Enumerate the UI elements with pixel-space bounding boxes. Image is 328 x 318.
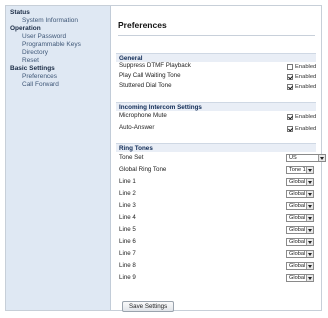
row-global-ring-tone: Global Ring Tone Tone 1 (119, 165, 315, 175)
save-settings-button[interactable]: Save Settings (122, 301, 175, 312)
checkbox-label: Enabled (295, 114, 317, 120)
line-9-ring-tone-select[interactable]: Global (286, 274, 314, 282)
microphone-mute-checkbox[interactable]: Enabled (287, 112, 316, 122)
row-label: Global Ring Tone (119, 166, 167, 173)
sidebar-section-basic-settings: Basic Settings (10, 65, 55, 72)
line-7-ring-tone-select[interactable]: Global (286, 250, 314, 258)
select-value: US (289, 155, 297, 161)
select-value: Global (289, 179, 306, 185)
row-microphone-mute: Microphone Mute Enabled (119, 111, 316, 122)
row-label: Line 4 (119, 214, 136, 221)
sidebar-item-directory[interactable]: Directory (6, 49, 110, 57)
row-label: Line 8 (119, 262, 136, 269)
chevron-down-icon[interactable] (306, 179, 313, 185)
row-label: Line 9 (119, 274, 136, 281)
line-4-ring-tone-select[interactable]: Global (286, 214, 314, 222)
sidebar-section-status: Status (10, 9, 30, 16)
row-label: Line 6 (119, 238, 136, 245)
checkbox-box[interactable] (287, 74, 293, 80)
sidebar: Status System Information Operation User… (6, 6, 111, 310)
row-play-call-waiting-tone: Play Call Waiting Tone Enabled (119, 71, 316, 81)
checkbox-box[interactable] (287, 114, 293, 120)
row-line-5: Line 5 Global (119, 225, 315, 235)
chevron-down-icon[interactable] (306, 239, 313, 245)
section-header-intercom: Incoming Intercom Settings (116, 102, 316, 111)
select-value: Global (289, 263, 306, 269)
row-line-8: Line 8 Global (119, 261, 315, 271)
sidebar-section-operation: Operation (10, 25, 41, 32)
sidebar-item-system-information[interactable]: System Information (6, 17, 110, 25)
row-label: Suppress DTMF Playback (119, 62, 191, 69)
row-line-4: Line 4 Global (119, 213, 315, 223)
checkbox-label: Enabled (295, 84, 317, 90)
tone-set-select[interactable]: US (286, 154, 326, 162)
sidebar-item-user-password[interactable]: User Password (6, 33, 110, 41)
line-1-ring-tone-select[interactable]: Global (286, 178, 314, 186)
row-line-2: Line 2 Global (119, 189, 315, 199)
row-label: Microphone Mute (119, 112, 167, 119)
chevron-down-icon[interactable] (306, 191, 313, 197)
row-label: Line 3 (119, 202, 136, 209)
stuttered-dial-tone-checkbox[interactable]: Enabled (287, 82, 316, 92)
row-line-7: Line 7 Global (119, 249, 315, 259)
sidebar-item-preferences[interactable]: Preferences (6, 73, 110, 81)
row-line-6: Line 6 Global (119, 237, 315, 247)
select-value: Global (289, 203, 306, 209)
row-label: Line 2 (119, 190, 136, 197)
chevron-down-icon[interactable] (306, 167, 313, 173)
row-line-1: Line 1 Global (119, 177, 315, 187)
sidebar-nav: Status System Information Operation User… (6, 9, 110, 89)
line-8-ring-tone-select[interactable]: Global (286, 262, 314, 270)
row-label: Line 7 (119, 250, 136, 257)
row-line-9: Line 9 Global (119, 273, 315, 283)
select-value: Global (289, 215, 306, 221)
page-title: Preferences (118, 20, 167, 30)
chevron-down-icon[interactable] (306, 263, 313, 269)
row-label: Play Call Waiting Tone (119, 72, 181, 79)
row-line-3: Line 3 Global (119, 201, 315, 211)
checkbox-box[interactable] (287, 84, 293, 90)
chevron-down-icon[interactable] (306, 203, 313, 209)
checkbox-box[interactable] (287, 126, 293, 132)
sidebar-item-programmable-keys[interactable]: Programmable Keys (6, 41, 110, 49)
auto-answer-checkbox[interactable]: Enabled (287, 124, 316, 134)
sidebar-item-reset[interactable]: Reset (6, 57, 110, 65)
row-tone-set: Tone Set US (119, 153, 326, 163)
chevron-down-icon[interactable] (318, 155, 325, 161)
section-header-ring-tones: Ring Tones (116, 143, 316, 152)
line-5-ring-tone-select[interactable]: Global (286, 226, 314, 234)
row-label: Line 5 (119, 226, 136, 233)
row-label: Stuttered Dial Tone (119, 82, 172, 89)
row-suppress-dtmf-playback: Suppress DTMF Playback Enabled (119, 61, 316, 71)
checkbox-label: Enabled (295, 126, 317, 132)
select-value: Global (289, 275, 306, 281)
chevron-down-icon[interactable] (306, 251, 313, 257)
select-value: Tone 1 (289, 167, 306, 173)
global-ring-tone-select[interactable]: Tone 1 (286, 166, 314, 174)
line-3-ring-tone-select[interactable]: Global (286, 202, 314, 210)
select-value: Global (289, 227, 306, 233)
chevron-down-icon[interactable] (306, 227, 313, 233)
line-6-ring-tone-select[interactable]: Global (286, 238, 314, 246)
title-divider (118, 35, 315, 36)
select-value: Global (289, 191, 306, 197)
row-label: Tone Set (119, 154, 144, 161)
line-2-ring-tone-select[interactable]: Global (286, 190, 314, 198)
chevron-down-icon[interactable] (306, 215, 313, 221)
row-auto-answer: Auto-Answer Enabled (119, 123, 316, 134)
row-label: Auto-Answer (119, 124, 155, 131)
sidebar-item-call-forward[interactable]: Call Forward (6, 81, 110, 89)
row-label: Line 1 (119, 178, 136, 185)
select-value: Global (289, 251, 306, 257)
checkbox-box[interactable] (287, 64, 293, 70)
row-stuttered-dial-tone: Stuttered Dial Tone Enabled (119, 81, 316, 92)
select-value: Global (289, 239, 306, 245)
chevron-down-icon[interactable] (306, 275, 313, 281)
settings-window: Status System Information Operation User… (5, 5, 326, 312)
main-panel: Preferences General Suppress DTMF Playba… (112, 6, 326, 312)
